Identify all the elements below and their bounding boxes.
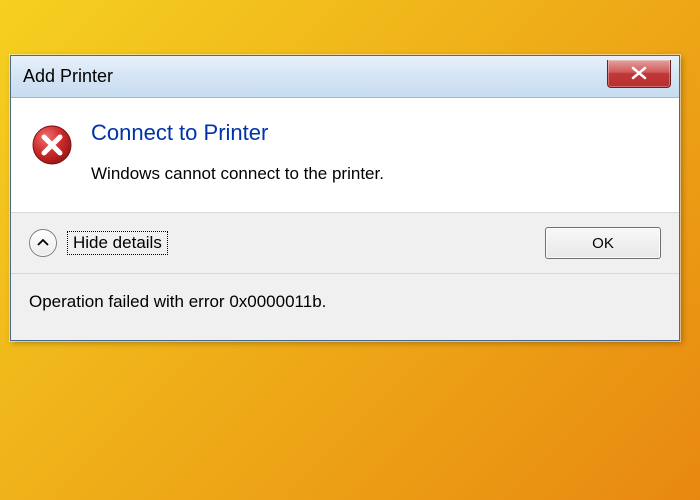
dialog-heading: Connect to Printer [91, 120, 659, 146]
window-title: Add Printer [23, 66, 113, 87]
chevron-button[interactable] [29, 229, 57, 257]
add-printer-dialog: Add Printer Connect to Print [10, 55, 680, 341]
error-icon [31, 124, 73, 166]
button-row: Hide details OK [11, 212, 679, 273]
close-icon [630, 66, 648, 80]
details-panel: Operation failed with error 0x0000011b. [11, 273, 679, 340]
details-toggle[interactable]: Hide details [29, 229, 168, 257]
ok-button[interactable]: OK [545, 227, 661, 259]
details-toggle-label: Hide details [67, 231, 168, 255]
titlebar: Add Printer [11, 56, 679, 98]
content-area: Connect to Printer Windows cannot connec… [11, 98, 679, 212]
dialog-message: Windows cannot connect to the printer. [91, 164, 659, 184]
close-button[interactable] [607, 60, 671, 88]
content-text: Connect to Printer Windows cannot connec… [91, 120, 659, 184]
chevron-up-icon [37, 239, 49, 247]
details-text: Operation failed with error 0x0000011b. [29, 292, 326, 311]
